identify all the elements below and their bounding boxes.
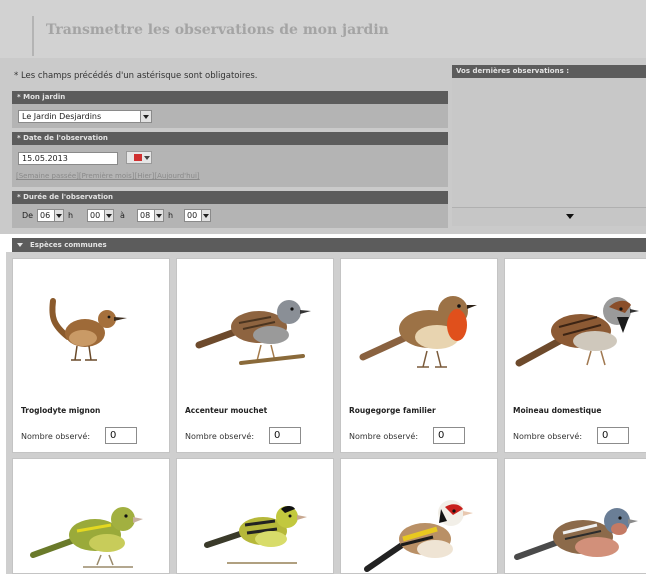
calendar-icon xyxy=(134,154,142,161)
from-hour-value: 06 xyxy=(40,211,51,220)
garden-select[interactable]: Le Jardin Desjardins xyxy=(18,110,152,123)
species-card: Rougegorge familier Nombre observé: 0 xyxy=(340,258,498,453)
duration-section-header: * Durée de l'observation xyxy=(12,191,448,204)
species-card xyxy=(504,458,646,574)
count-input[interactable]: 0 xyxy=(597,427,629,444)
species-section-title: Espèces communes xyxy=(30,241,107,249)
count-input[interactable]: 0 xyxy=(433,427,465,444)
calendar-button[interactable] xyxy=(126,151,152,164)
robin-image xyxy=(359,296,477,368)
species-card xyxy=(176,458,334,574)
chevron-down-icon[interactable] xyxy=(566,214,574,219)
from-minute-value: 00 xyxy=(90,211,101,220)
duration-from-label: De xyxy=(22,211,34,220)
shortcut-first-month[interactable]: [Première mois] xyxy=(79,172,135,180)
greenfinch-image xyxy=(30,507,143,568)
chevron-down-icon[interactable] xyxy=(54,210,63,221)
species-card xyxy=(340,458,498,574)
required-fields-note: * Les champs précédés d'un astérisque so… xyxy=(14,71,258,81)
chevron-down-icon[interactable] xyxy=(104,210,113,221)
recent-observations-list[interactable] xyxy=(452,78,646,207)
chevron-down-icon[interactable] xyxy=(154,210,163,221)
date-input[interactable]: 15.05.2013 xyxy=(18,152,118,165)
from-minute-select[interactable]: 00 xyxy=(87,209,114,222)
recent-observations-scroll[interactable] xyxy=(452,207,646,226)
date-shortcuts: [Semaine passée][Première mois][Hier][Au… xyxy=(16,172,200,180)
count-input[interactable]: 0 xyxy=(105,427,137,444)
duration-to-label: à xyxy=(120,211,125,220)
count-input[interactable]: 0 xyxy=(269,427,301,444)
header-divider xyxy=(32,16,34,56)
species-card xyxy=(12,458,170,574)
to-h-label: h xyxy=(168,211,174,220)
shortcut-yesterday[interactable]: [Hier] xyxy=(135,172,155,180)
to-hour-select[interactable]: 08 xyxy=(137,209,164,222)
page-title: Transmettre les observations de mon jard… xyxy=(46,22,389,38)
species-card: Accenteur mouchet Nombre observé: 0 xyxy=(176,258,334,453)
chaffinch-image xyxy=(514,508,638,560)
species-name: Accenteur mouchet xyxy=(185,406,268,415)
to-hour-value: 08 xyxy=(140,211,151,220)
species-section-header[interactable]: Espèces communes xyxy=(12,238,646,252)
count-label: Nombre observé: xyxy=(349,432,419,441)
duration-row xyxy=(12,204,448,228)
from-hour-select[interactable]: 06 xyxy=(37,209,64,222)
recent-observations-panel: Vos dernières observations : xyxy=(452,65,646,226)
chevron-down-icon[interactable] xyxy=(140,111,151,122)
recent-observations-header: Vos dernières observations : xyxy=(452,65,646,78)
date-section-header: * Date de l'observation xyxy=(12,132,448,145)
garden-section-header: * Mon jardin xyxy=(12,91,448,104)
from-h-label: h xyxy=(68,211,74,220)
count-label: Nombre observé: xyxy=(513,432,583,441)
page-header: Transmettre les observations de mon jard… xyxy=(0,0,646,58)
chevron-down-icon xyxy=(144,156,150,160)
siskin-image xyxy=(204,506,307,564)
species-card: Moineau domestique Nombre observé: 0 xyxy=(504,258,646,453)
garden-select-value: Le Jardin Desjardins xyxy=(22,112,102,121)
dunnock-image xyxy=(195,300,311,365)
chevron-down-icon[interactable] xyxy=(201,210,210,221)
shortcut-today[interactable]: [Aujourd'hui] xyxy=(154,172,199,180)
species-name: Troglodyte mignon xyxy=(21,406,101,415)
wren-image xyxy=(49,298,127,361)
count-label: Nombre observé: xyxy=(21,432,91,441)
species-grid: Troglodyte mignon Nombre observé: 0 Acce… xyxy=(6,252,646,574)
triangle-down-icon[interactable] xyxy=(17,243,23,247)
to-minute-value: 00 xyxy=(187,211,198,220)
species-name: Rougegorge familier xyxy=(349,406,436,415)
count-label: Nombre observé: xyxy=(185,432,255,441)
to-minute-select[interactable]: 00 xyxy=(184,209,211,222)
sparrow-image xyxy=(515,297,639,367)
goldfinch-image xyxy=(364,500,473,572)
shortcut-last-week[interactable]: [Semaine passée] xyxy=(16,172,79,180)
species-card: Troglodyte mignon Nombre observé: 0 xyxy=(12,258,170,453)
species-name: Moineau domestique xyxy=(513,406,602,415)
